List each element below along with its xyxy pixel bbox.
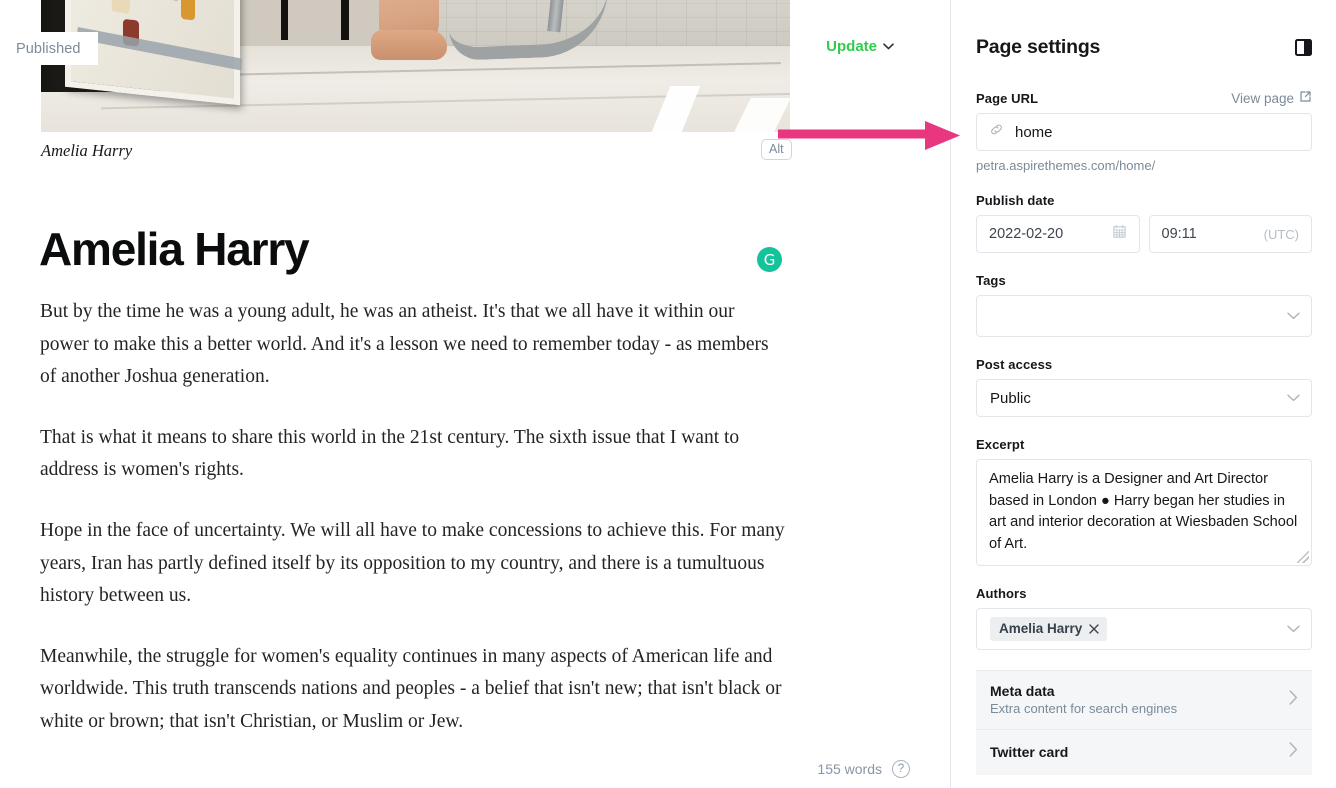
- panel-title: Page settings: [976, 36, 1101, 58]
- help-icon[interactable]: ?: [892, 760, 910, 778]
- page-url-value: home: [1015, 123, 1053, 141]
- authors-label: Authors: [976, 586, 1027, 601]
- tags-select[interactable]: [976, 295, 1312, 337]
- excerpt-textarea[interactable]: Amelia Harry is a Designer and Art Direc…: [976, 459, 1312, 566]
- post-access-value: Public: [990, 389, 1031, 407]
- author-chip[interactable]: Amelia Harry: [990, 617, 1108, 641]
- accordion-subtitle: Extra content for search engines: [990, 701, 1178, 716]
- excerpt-label: Excerpt: [976, 437, 1025, 452]
- chevron-right-icon: [1289, 742, 1298, 762]
- body-paragraph[interactable]: Meanwhile, the struggle for women's equa…: [40, 641, 785, 739]
- page-url-label: Page URL: [976, 91, 1039, 106]
- image-caption[interactable]: Amelia Harry: [41, 141, 132, 161]
- panel-header: Page settings: [976, 36, 1312, 59]
- publish-time-input[interactable]: 09:11 (UTC): [1148, 215, 1312, 253]
- update-button[interactable]: Update: [826, 38, 894, 55]
- chevron-right-icon: [1289, 689, 1298, 710]
- publish-time-value: 09:11: [1161, 226, 1197, 242]
- accordion-title: Meta data: [990, 683, 1055, 699]
- calendar-icon[interactable]: [1112, 224, 1127, 244]
- publish-date-value: 2022-02-20: [989, 226, 1064, 242]
- page-title[interactable]: Amelia Harry: [39, 222, 310, 276]
- alt-badge[interactable]: Alt: [761, 139, 792, 160]
- update-button-label: Update: [826, 38, 877, 55]
- feature-image[interactable]: [41, 0, 790, 132]
- page-url-input[interactable]: home: [976, 113, 1312, 151]
- status-badge: Published: [0, 32, 98, 65]
- view-page-label: View page: [1231, 90, 1294, 106]
- excerpt-field: Excerpt Amelia Harry is a Designer and A…: [976, 437, 1312, 566]
- post-body[interactable]: But by the time he was a young adult, he…: [40, 296, 785, 767]
- authors-select[interactable]: Amelia Harry: [976, 608, 1312, 650]
- sidebar-toggle-icon[interactable]: [1295, 39, 1312, 56]
- page-url-hint: petra.aspirethemes.com/home/: [976, 158, 1156, 173]
- page-settings-panel: Page settings Page URL View page home pe…: [951, 0, 1336, 788]
- author-chip-label: Amelia Harry: [999, 621, 1083, 636]
- post-editor-pane: Published Update Alt Amelia Harry Amelia…: [0, 0, 951, 788]
- word-count: 155 words ?: [817, 760, 910, 778]
- feature-image-artwork: [41, 0, 790, 132]
- excerpt-value: Amelia Harry is a Designer and Art Direc…: [989, 471, 1298, 552]
- external-link-icon: [1299, 90, 1312, 106]
- link-icon: [989, 122, 1004, 142]
- view-page-link[interactable]: View page: [1231, 90, 1312, 106]
- chevron-down-icon: [1287, 312, 1300, 320]
- publish-date-label: Publish date: [976, 193, 1055, 208]
- accordion-item-meta-data[interactable]: Meta data Extra content for search engin…: [976, 670, 1312, 729]
- chevron-down-icon: [883, 43, 894, 50]
- chevron-down-icon: [1287, 625, 1300, 633]
- app-root: Published Update Alt Amelia Harry Amelia…: [0, 0, 1336, 788]
- accordion-item-twitter-card[interactable]: Twitter card: [976, 729, 1312, 775]
- post-access-select[interactable]: Public: [976, 379, 1312, 417]
- body-paragraph[interactable]: But by the time he was a young adult, he…: [40, 296, 785, 394]
- timezone-label: (UTC): [1263, 226, 1299, 242]
- tags-label: Tags: [976, 273, 1006, 288]
- resize-handle-icon[interactable]: [1297, 551, 1309, 563]
- body-paragraph[interactable]: That is what it means to share this worl…: [40, 422, 785, 487]
- publish-date-input[interactable]: 2022-02-20: [976, 215, 1140, 253]
- close-icon[interactable]: [1089, 623, 1099, 634]
- settings-accordion: Meta data Extra content for search engin…: [976, 670, 1312, 775]
- page-url-field: Page URL View page home petra.aspirethem…: [976, 90, 1312, 173]
- grammarly-icon[interactable]: G: [757, 247, 782, 272]
- authors-field: Authors Amelia Harry: [976, 586, 1312, 650]
- publish-date-field: Publish date 2022-02-20 09:11 (UTC): [976, 193, 1312, 253]
- body-paragraph[interactable]: Hope in the face of uncertainty. We will…: [40, 515, 785, 613]
- post-access-field: Post access Public: [976, 357, 1312, 417]
- chevron-down-icon: [1287, 394, 1300, 402]
- accordion-title: Twitter card: [990, 744, 1069, 760]
- word-count-label: 155 words: [817, 761, 882, 777]
- post-access-label: Post access: [976, 357, 1053, 372]
- tags-field: Tags: [976, 273, 1312, 337]
